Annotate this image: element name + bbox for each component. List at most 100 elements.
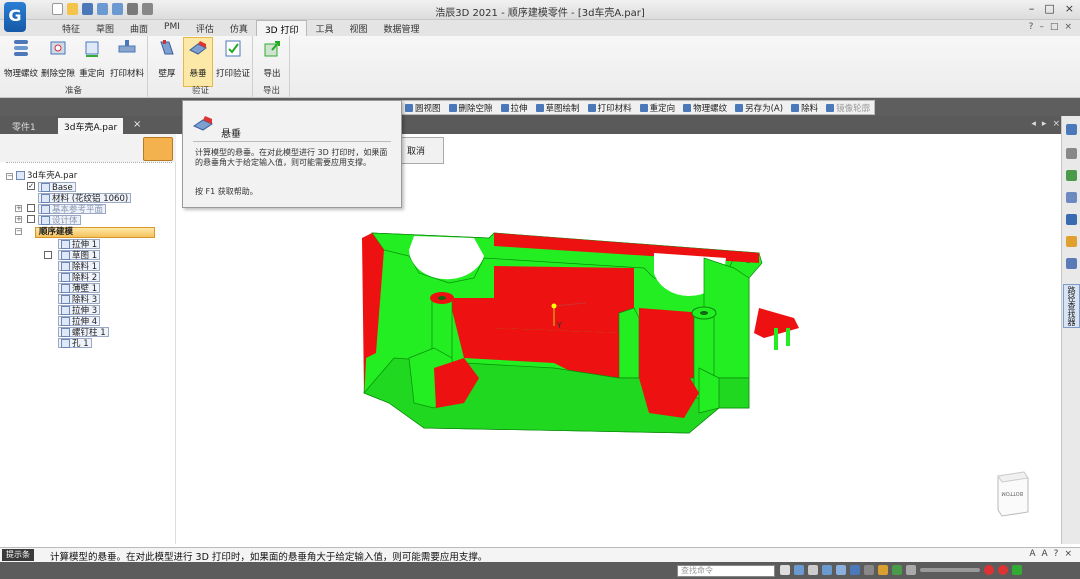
font-smaller-button[interactable]: A <box>1042 549 1048 559</box>
tree-feature-sketch1[interactable]: 草图 1 <box>58 250 101 261</box>
help-icon[interactable]: ? <box>1029 22 1034 32</box>
tab-surface[interactable]: 曲面 <box>122 20 156 36</box>
print-material-button[interactable]: 打印材料 <box>108 38 146 79</box>
delete-void-button[interactable]: 删除空隙 <box>40 38 76 79</box>
tree-sequence[interactable]: 顺序建模 <box>35 227 155 238</box>
tab-evaluate[interactable]: 评估 <box>188 20 222 36</box>
close-tab-icon[interactable]: × <box>133 119 141 130</box>
stop-icon[interactable] <box>998 565 1008 575</box>
view-cube[interactable]: BOTTOM <box>994 470 1030 520</box>
render-icon[interactable] <box>878 565 888 575</box>
sketch-checkbox[interactable] <box>44 251 52 259</box>
part-model[interactable]: Y <box>354 228 804 443</box>
tree-feature-cut2[interactable]: 除料 2 <box>58 272 101 283</box>
sequence-expander[interactable]: − <box>15 228 22 235</box>
print-verify-button[interactable]: 打印验证 <box>214 38 252 79</box>
tab-tools[interactable]: 工具 <box>307 20 341 36</box>
tab-feature[interactable]: 特征 <box>54 20 88 36</box>
pathfinder-tab[interactable]: 路径查找器 <box>1063 284 1080 328</box>
status-right-controls: A A ? × <box>1029 549 1072 559</box>
doc-restore-button[interactable]: □ <box>1050 22 1059 32</box>
tab-close-all-icon[interactable]: × <box>1052 119 1060 129</box>
doc-minimize-button[interactable]: – <box>1039 22 1044 32</box>
font-larger-button[interactable]: A <box>1029 549 1035 559</box>
doc-close-button[interactable]: × <box>1064 22 1072 32</box>
thread-icon <box>14 40 28 56</box>
rail-image-icon[interactable] <box>1066 258 1077 269</box>
cmd-print-material[interactable]: 打印材料 <box>588 102 632 114</box>
shade-icon[interactable] <box>850 565 860 575</box>
pan-icon[interactable] <box>864 565 874 575</box>
cmd-view[interactable]: 圆视图 <box>405 102 441 114</box>
zoom-icon[interactable] <box>808 565 818 575</box>
tree-material[interactable]: 材料 (花纹铝 1060) <box>38 193 132 204</box>
rail-key-icon[interactable] <box>1066 236 1077 247</box>
tab-pmi[interactable]: PMI <box>156 20 188 36</box>
tree-feature-extrude1[interactable]: 拉伸 1 <box>58 239 101 250</box>
tree-feature-cut1[interactable]: 除料 1 <box>58 261 101 272</box>
rotate-icon[interactable] <box>836 565 846 575</box>
tab-prev-icon[interactable]: ◂ <box>1031 119 1036 129</box>
rail-layers-icon[interactable] <box>1066 192 1077 203</box>
tree-feature-boss1[interactable]: 螺钉柱 1 <box>58 327 109 338</box>
tree-feature-hole1[interactable]: 孔 1 <box>58 338 92 349</box>
tab-simulation[interactable]: 仿真 <box>222 20 256 36</box>
prompt-bar-button[interactable]: 提示条 <box>2 549 34 561</box>
tree-root[interactable]: 3d车壳A.par <box>16 171 77 181</box>
fit-icon[interactable] <box>822 565 832 575</box>
refplane-checkbox[interactable] <box>27 204 35 212</box>
reorient-button[interactable]: 重定向 <box>76 38 108 79</box>
tree-ref-planes[interactable]: 基本参考平面 <box>38 204 107 215</box>
section-icon[interactable] <box>892 565 902 575</box>
grid-icon[interactable] <box>1012 565 1022 575</box>
status-close-button[interactable]: × <box>1064 549 1072 559</box>
tab-3d-print[interactable]: 3D 打印 <box>255 20 308 36</box>
export-button[interactable]: 导出 <box>256 38 288 79</box>
cmd-extrude[interactable]: 拉伸 <box>501 102 528 114</box>
tree-feature-extrude3[interactable]: 拉伸 3 <box>58 305 101 316</box>
base-checkbox[interactable]: ✓ <box>27 182 35 190</box>
view-icon[interactable] <box>794 565 804 575</box>
cmd-delete-void[interactable]: 删除空隙 <box>449 102 493 114</box>
rail-help-icon[interactable] <box>1066 148 1077 159</box>
body-checkbox[interactable] <box>27 215 35 223</box>
cmd-save-as[interactable]: 另存为(A) <box>735 102 783 114</box>
record-icon[interactable] <box>984 565 994 575</box>
root-expander[interactable]: − <box>6 173 13 180</box>
tab-sketch[interactable]: 草图 <box>88 20 122 36</box>
rail-appearance-icon[interactable] <box>1066 214 1077 225</box>
body-expander[interactable]: + <box>15 216 22 223</box>
refplane-expander[interactable]: + <box>15 205 22 212</box>
status-help-button[interactable]: ? <box>1054 549 1059 559</box>
app-logo[interactable]: G <box>4 2 26 32</box>
physical-thread-button[interactable]: 物理螺纹 <box>4 38 38 79</box>
tree-base[interactable]: Base <box>38 182 76 193</box>
cmd-reorient[interactable]: 重定向 <box>640 102 676 114</box>
wall-thickness-button[interactable]: 壁厚 <box>152 38 182 79</box>
tree-feature-extrude4[interactable]: 拉伸 4 <box>58 316 101 327</box>
minimize-button[interactable]: – <box>1029 2 1035 15</box>
tooltip-divider <box>193 141 391 142</box>
cmd-sketch[interactable]: 草图绘制 <box>536 102 580 114</box>
overhang-button[interactable]: 悬垂 <box>183 37 213 87</box>
maximize-button[interactable]: □ <box>1044 2 1054 15</box>
cmd-cut[interactable]: 除料 <box>791 102 818 114</box>
tree-feature-shell1[interactable]: 薄壁 1 <box>58 283 101 294</box>
command-search-input[interactable]: 查找命令 <box>677 565 775 577</box>
arrow-icon[interactable] <box>780 565 790 575</box>
display-icon[interactable] <box>906 565 916 575</box>
zoom-slider[interactable] <box>920 568 980 572</box>
rail-home-icon[interactable] <box>1066 124 1077 135</box>
cancel-button[interactable]: 取消 <box>407 144 425 157</box>
tab-data-management[interactable]: 数据管理 <box>376 20 428 36</box>
doc-tab-part1[interactable]: 零件1 <box>6 118 42 134</box>
tree-design-body[interactable]: 设计体 <box>38 215 81 226</box>
doc-tab-active[interactable]: 3d车壳A.par <box>58 118 124 134</box>
tab-view[interactable]: 视图 <box>341 20 375 36</box>
overhang-command-icon[interactable] <box>143 137 173 161</box>
cmd-physical-thread[interactable]: 物理螺纹 <box>683 102 727 114</box>
tab-next-icon[interactable]: ▸ <box>1042 119 1047 129</box>
close-button[interactable]: × <box>1065 2 1074 15</box>
rail-people-icon[interactable] <box>1066 170 1077 181</box>
tree-feature-cut3[interactable]: 除料 3 <box>58 294 101 305</box>
